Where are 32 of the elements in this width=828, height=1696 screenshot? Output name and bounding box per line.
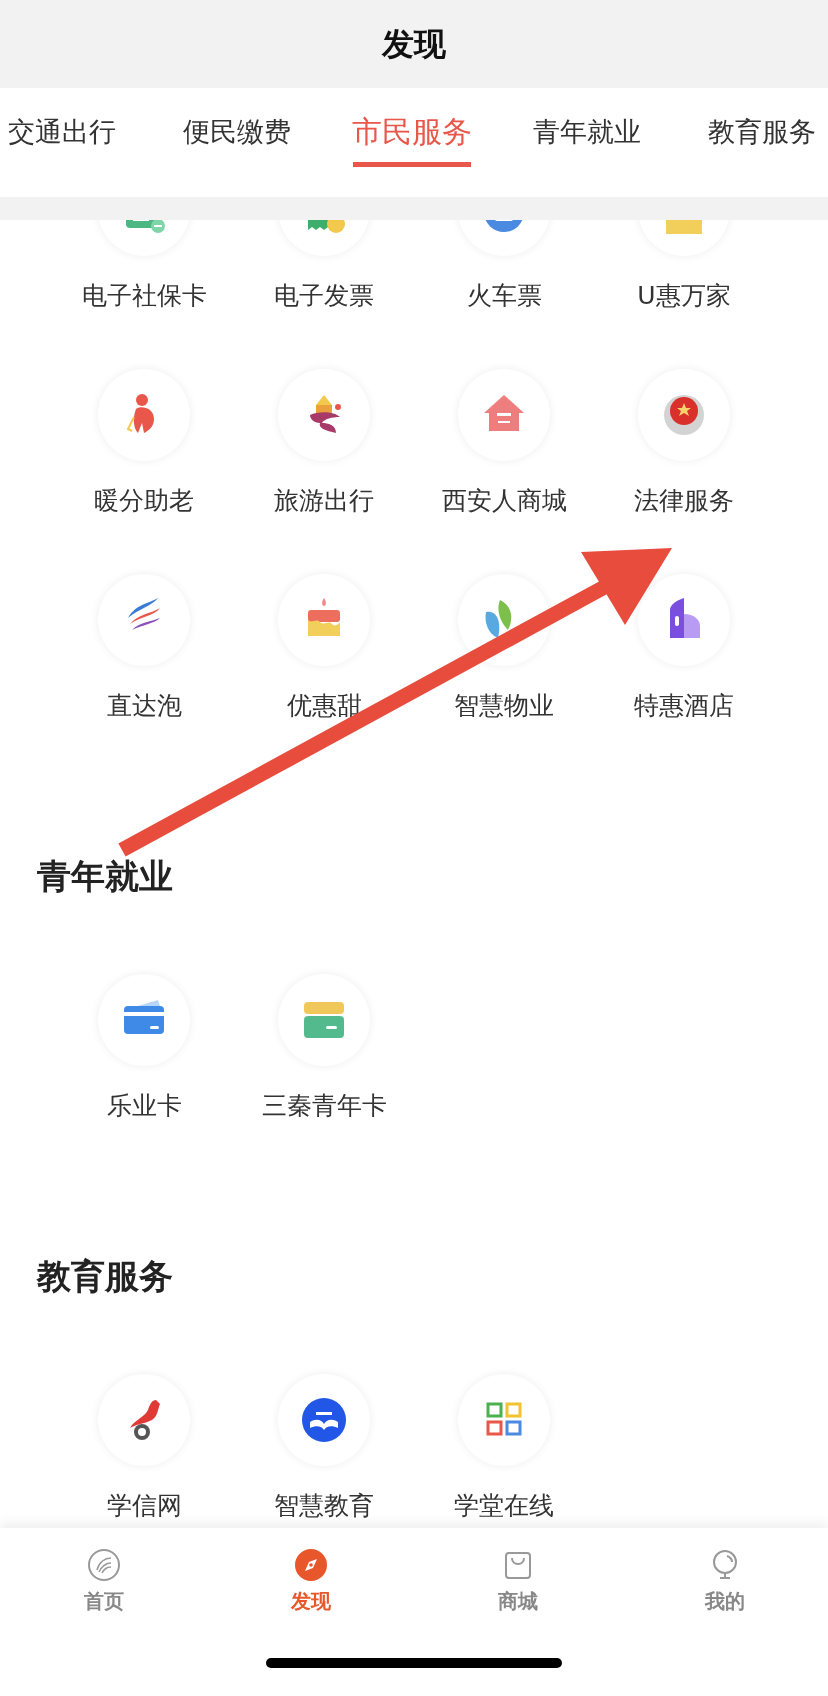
service-label[interactable]: 西安人商城 — [441, 483, 567, 519]
section-heading: 教育服务 — [35, 1255, 174, 1298]
category-tab[interactable]: 青年就业 — [499, 88, 674, 197]
category-tab[interactable]: 交通出行 — [0, 88, 149, 197]
category-tab[interactable]: 教育服务 — [674, 88, 828, 197]
home-icon — [86, 1548, 121, 1582]
category-tab[interactable]: 市民服务 — [324, 88, 499, 197]
book-icon — [300, 1396, 348, 1444]
service-label[interactable]: 电子发票 — [274, 278, 374, 314]
service-label[interactable]: 乐业卡 — [106, 1088, 182, 1124]
service-label[interactable]: 特惠酒店 — [634, 688, 734, 724]
nav-tab[interactable]: 发现 — [207, 1548, 414, 1638]
service-label[interactable]: 火车票 — [466, 278, 542, 314]
nav-tab[interactable]: 商城 — [414, 1548, 621, 1638]
service-label[interactable]: 暖分助老 — [94, 483, 194, 519]
page-title: 发现 — [382, 24, 446, 65]
section-heading: 青年就业 — [36, 855, 174, 898]
service-label[interactable]: 学堂在线 — [454, 1488, 554, 1524]
service-label[interactable]: U惠万家 — [637, 278, 731, 314]
nav-tab[interactable]: 我的 — [621, 1548, 828, 1638]
nav-tab[interactable]: 首页 — [0, 1548, 207, 1638]
service-label[interactable]: 智慧教育 — [274, 1488, 374, 1524]
compass-icon — [293, 1548, 328, 1582]
category-tab[interactable]: 便民缴费 — [149, 88, 324, 197]
service-label[interactable]: 学信网 — [106, 1488, 182, 1524]
service-label[interactable]: 三秦青年卡 — [261, 1088, 387, 1124]
service-label[interactable]: 优惠甜 — [286, 688, 362, 724]
service-label[interactable]: 旅游出行 — [274, 483, 374, 519]
service-label[interactable]: 智慧物业 — [454, 688, 554, 724]
service-label[interactable]: 直达泡 — [106, 688, 182, 724]
service-label[interactable]: 法律服务 — [634, 483, 734, 519]
service-label[interactable]: 电子社保卡 — [81, 278, 207, 314]
